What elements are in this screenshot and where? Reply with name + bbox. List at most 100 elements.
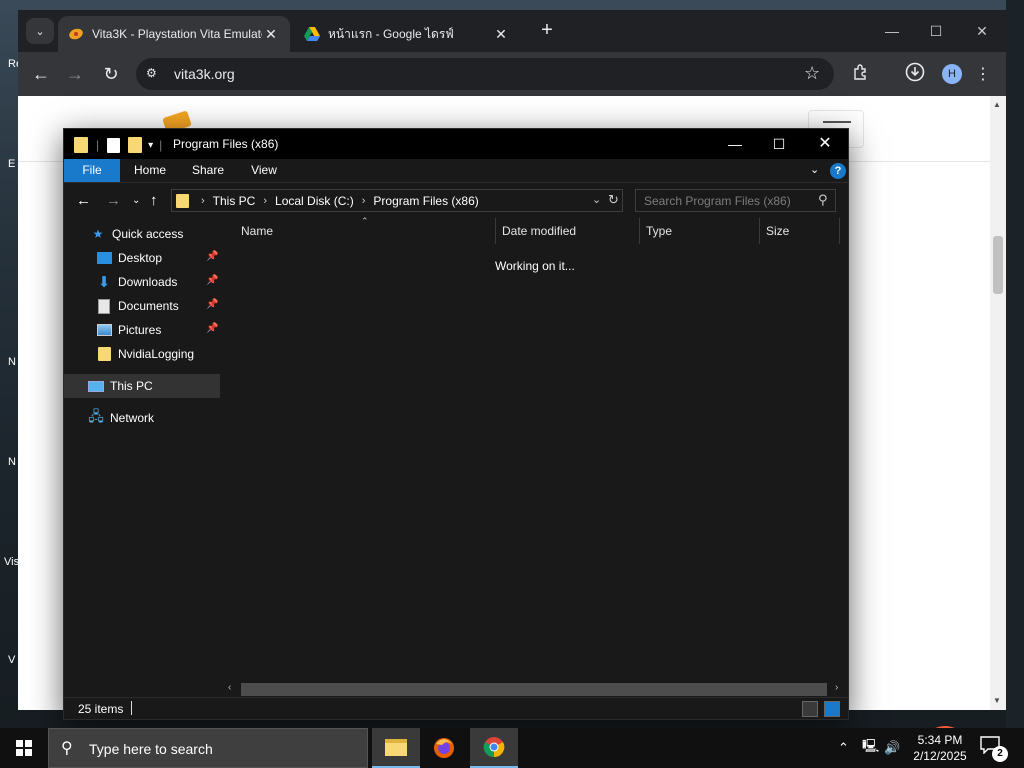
address-bar[interactable]: ⚙ vita3k.org ☆: [136, 58, 834, 90]
taskbar-search-placeholder: Type here to search: [89, 741, 213, 757]
horizontal-scrollbar[interactable]: ‹ ›: [221, 681, 848, 697]
expand-ribbon-icon[interactable]: ⌄: [810, 163, 819, 176]
loading-message: Working on it...: [495, 259, 575, 273]
desktop-icon: [96, 250, 112, 266]
taskbar-firefox[interactable]: [420, 728, 468, 768]
large-icons-view-icon[interactable]: [824, 701, 840, 717]
scrollbar-thumb[interactable]: [241, 683, 827, 696]
refresh-icon[interactable]: ↻: [608, 192, 619, 208]
maximize-button[interactable]: ☐: [916, 18, 956, 44]
nav-label: This PC: [110, 379, 153, 393]
tab-google-drive[interactable]: หน้าแรก - Google ไดรฟ์ ✕: [294, 16, 520, 52]
pin-icon[interactable]: 📌: [206, 299, 218, 310]
scroll-right-icon[interactable]: ›: [835, 682, 838, 693]
tab-search-button[interactable]: ⌄: [26, 18, 54, 44]
scroll-left-icon[interactable]: ‹: [228, 682, 231, 693]
desktop-icon-label: V: [8, 654, 16, 666]
forward-arrow-icon[interactable]: →: [106, 192, 121, 209]
nav-quick-access[interactable]: ★ Quick access: [64, 222, 220, 246]
scroll-up-icon[interactable]: ▲: [993, 100, 1001, 109]
scrollbar-thumb[interactable]: [993, 236, 1003, 294]
address-breadcrumb[interactable]: › This PC › Local Disk (C:) › Program Fi…: [171, 189, 623, 212]
start-button[interactable]: [0, 728, 48, 768]
explorer-title-bar: | ▾ | Program Files (x86) — ☐ ✕: [64, 129, 848, 159]
pin-icon[interactable]: 📌: [206, 275, 218, 286]
taskbar-chrome[interactable]: [470, 728, 518, 768]
ribbon-tab-share[interactable]: Share: [186, 159, 230, 182]
column-header-size[interactable]: Size: [760, 218, 840, 244]
breadcrumb-local-disk[interactable]: Local Disk (C:): [275, 194, 354, 208]
site-info-icon[interactable]: ⚙: [146, 66, 162, 82]
explorer-maximize-button[interactable]: ☐: [756, 129, 802, 159]
bookmark-star-icon[interactable]: ☆: [804, 63, 820, 84]
ribbon-tab-view[interactable]: View: [242, 159, 286, 182]
nav-item-pictures[interactable]: Pictures 📌: [64, 318, 220, 342]
explorer-close-button[interactable]: ✕: [802, 129, 848, 159]
explorer-navigation-bar: ← → ⌄ ↑ › This PC › Local Disk (C:) › Pr…: [64, 184, 848, 218]
breadcrumb-program-files[interactable]: Program Files (x86): [373, 194, 478, 208]
properties-icon[interactable]: [107, 137, 121, 153]
column-header-name[interactable]: Name: [235, 218, 496, 244]
nav-label: Documents: [118, 299, 179, 313]
puzzle-icon: [853, 63, 869, 85]
new-tab-button[interactable]: +: [536, 20, 558, 42]
system-clock[interactable]: 5:34 PM 2/12/2025: [908, 732, 972, 764]
ribbon-tab-home[interactable]: Home: [128, 159, 172, 182]
explorer-minimize-button[interactable]: —: [712, 129, 758, 159]
address-dropdown-icon[interactable]: ⌄: [592, 193, 601, 206]
close-window-button[interactable]: ✕: [962, 18, 1002, 44]
nav-this-pc[interactable]: This PC: [64, 374, 220, 398]
volume-control[interactable]: 🔊: [884, 728, 900, 768]
close-tab-icon[interactable]: ✕: [492, 26, 510, 43]
page-scrollbar[interactable]: ▲ ▼: [990, 96, 1006, 710]
taskbar: ⚲ Type here to search ⌃ 🖳 🔊 5:34 PM 2/12…: [0, 728, 1024, 768]
recent-locations-icon[interactable]: ⌄: [132, 195, 140, 206]
chevron-right-icon[interactable]: ›: [263, 195, 267, 207]
close-tab-icon[interactable]: ✕: [262, 26, 280, 43]
forward-button[interactable]: →: [62, 61, 88, 87]
action-center-button[interactable]: 2: [980, 736, 1008, 762]
nav-network[interactable]: 🖧 Network: [64, 406, 220, 430]
nav-item-downloads[interactable]: ⬇ Downloads 📌: [64, 270, 220, 294]
desktop-background: Re E N N Vis V: [0, 0, 22, 728]
back-button[interactable]: ←: [28, 61, 54, 87]
minimize-button[interactable]: —: [872, 18, 912, 44]
chevron-right-icon[interactable]: ›: [201, 195, 205, 207]
file-explorer-window: | ▾ | Program Files (x86) — ☐ ✕ File Hom…: [63, 128, 849, 720]
nav-item-nvidialogging[interactable]: NvidiaLogging: [64, 342, 220, 366]
ribbon-tab-file[interactable]: File: [64, 159, 120, 182]
up-arrow-icon[interactable]: ↑: [150, 192, 158, 209]
reload-button[interactable]: ↻: [98, 61, 124, 87]
extensions-button[interactable]: [848, 61, 874, 87]
picture-icon: [96, 322, 112, 338]
help-icon[interactable]: ?: [830, 163, 846, 179]
downloads-button[interactable]: [902, 61, 928, 87]
google-drive-icon: [304, 26, 320, 42]
firefox-icon: [434, 738, 454, 758]
nav-item-documents[interactable]: Documents 📌: [64, 294, 220, 318]
network-status[interactable]: 🖳: [862, 728, 879, 768]
scroll-down-icon[interactable]: ▼: [993, 696, 1001, 705]
file-list-pane: ⌃ Name Date modified Type Size Working o…: [221, 216, 848, 686]
nav-item-desktop[interactable]: Desktop 📌: [64, 246, 220, 270]
pin-icon[interactable]: 📌: [206, 323, 218, 334]
search-placeholder: Search Program Files (x86): [644, 194, 791, 208]
column-header-date-modified[interactable]: Date modified: [496, 218, 640, 244]
profile-avatar[interactable]: H: [942, 64, 962, 84]
chrome-menu-button[interactable]: ⋮: [970, 61, 996, 87]
show-hidden-icons[interactable]: ⌃: [838, 728, 849, 768]
back-arrow-icon[interactable]: ←: [76, 192, 91, 209]
explorer-search-box[interactable]: Search Program Files (x86) ⚲: [635, 189, 836, 212]
customize-qat-icon[interactable]: ▾: [148, 140, 153, 151]
column-header-type[interactable]: Type: [640, 218, 760, 244]
taskbar-file-explorer[interactable]: [372, 728, 420, 768]
breadcrumb-this-pc[interactable]: This PC: [213, 194, 256, 208]
details-view-icon[interactable]: [802, 701, 818, 717]
pin-icon[interactable]: 📌: [206, 251, 218, 262]
desktop-icon-label: N: [8, 456, 16, 468]
new-folder-icon[interactable]: [128, 137, 143, 153]
tab-vita3k[interactable]: Vita3K - Playstation Vita Emulator ✕: [58, 16, 290, 52]
chevron-right-icon[interactable]: ›: [362, 195, 366, 207]
taskbar-search-box[interactable]: ⚲ Type here to search: [48, 728, 368, 768]
chevron-down-icon: ⌄: [35, 25, 45, 38]
